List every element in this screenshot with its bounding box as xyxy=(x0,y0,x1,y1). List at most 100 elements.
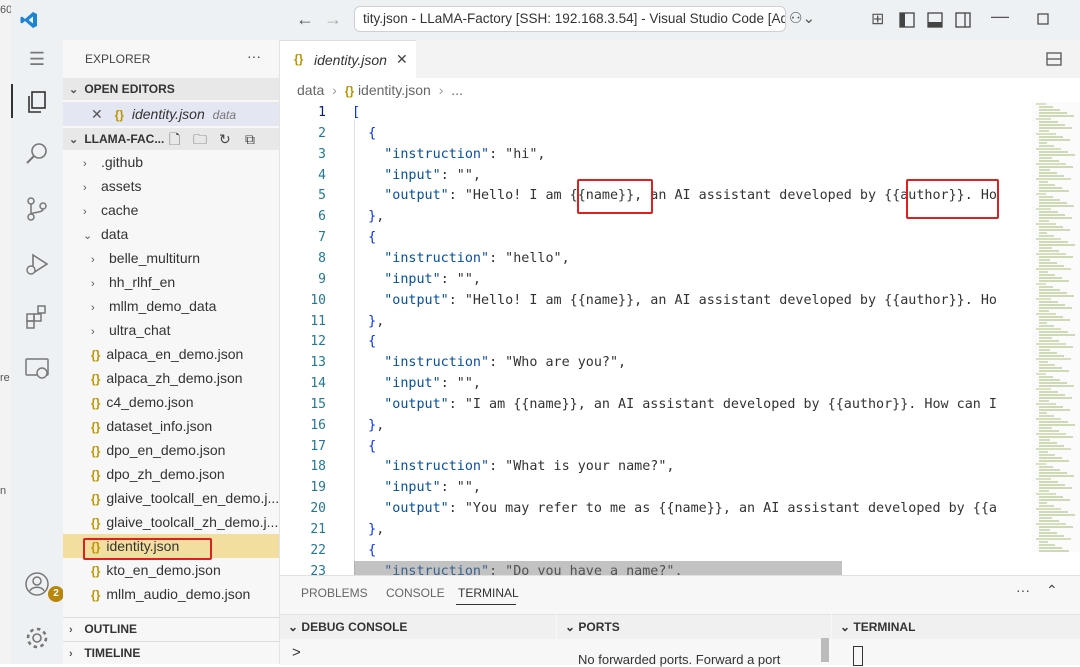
project-header[interactable]: ⌄ LLAMA-FAC... 🗋 🗀 ↻ ⧉ xyxy=(63,128,279,150)
json-file-icon: {} xyxy=(91,444,101,458)
tree-folder[interactable]: › mllm_demo_data xyxy=(63,294,279,318)
code-line: { xyxy=(368,542,377,558)
code-line: { xyxy=(368,230,377,246)
active-tab-underline xyxy=(456,604,516,605)
tree-file[interactable]: {} mllm_audio_demo.json xyxy=(63,582,279,606)
more-actions-icon[interactable]: ··· xyxy=(247,48,261,64)
toggle-primary-sidebar-icon[interactable] xyxy=(899,12,915,28)
new-file-icon[interactable]: 🗋 xyxy=(169,128,180,150)
activity-bar: ☰ 2 xyxy=(11,40,64,664)
line-number: 12 xyxy=(310,334,326,350)
tree-folder[interactable]: › .github xyxy=(63,150,279,174)
tab-label: identity.json xyxy=(314,52,387,68)
horizontal-scrollbar[interactable] xyxy=(354,561,842,575)
terminal-cursor[interactable] xyxy=(853,646,863,666)
minimize-icon[interactable]: — xyxy=(991,6,1009,27)
chevron-up-icon[interactable]: ⌃ xyxy=(1046,582,1058,599)
remote-explorer-icon[interactable] xyxy=(23,355,51,383)
back-arrow-icon[interactable]: ← xyxy=(296,9,314,30)
toggle-secondary-sidebar-icon[interactable] xyxy=(955,12,971,28)
code-line: { xyxy=(368,125,377,141)
tree-file[interactable]: {} dpo_en_demo.json xyxy=(63,438,279,462)
tab-console[interactable]: CONSOLE xyxy=(386,586,445,600)
tree-item-label: dataset_info.json xyxy=(106,418,213,434)
tree-file[interactable]: {} dataset_info.json xyxy=(63,414,279,438)
tree-item-label: glaive_toolcall_zh_demo.j... xyxy=(106,514,279,530)
customize-layout-icon[interactable]: ⊞ xyxy=(871,9,884,29)
line-number: 18 xyxy=(310,459,326,475)
split-editor-icon[interactable] xyxy=(1046,51,1062,67)
explorer-files-icon[interactable] xyxy=(23,88,51,116)
strip-text: n xyxy=(0,485,7,497)
json-file-icon: {} xyxy=(114,108,124,122)
tree-folder[interactable]: › belle_multiturn xyxy=(63,246,279,270)
tree-item-label: assets xyxy=(101,178,142,194)
tree-folder[interactable]: › assets xyxy=(63,174,279,198)
forward-arrow-icon[interactable]: → xyxy=(324,9,342,30)
copilot-icon[interactable]: ⚇⌄ xyxy=(789,9,815,27)
manage-gear-icon[interactable] xyxy=(23,624,51,652)
search-icon[interactable] xyxy=(23,140,51,168)
menu-icon[interactable]: ☰ xyxy=(23,45,51,73)
tree-file[interactable]: {} kto_en_demo.json xyxy=(63,558,279,582)
tree-item-label: .github xyxy=(101,154,144,170)
tab-terminal[interactable]: TERMINAL xyxy=(458,586,519,600)
tree-folder[interactable]: ⌄ data xyxy=(63,222,279,246)
chevron-down-icon: ⌄ xyxy=(565,620,576,634)
tree-item-label: glaive_toolcall_en_demo.j... xyxy=(106,490,279,506)
outline-header[interactable]: › OUTLINE xyxy=(63,617,279,640)
tree-file[interactable]: {} c4_demo.json xyxy=(63,390,279,414)
line-number: 17 xyxy=(310,438,326,454)
tree-file[interactable]: {} alpaca_en_demo.json xyxy=(63,342,279,366)
tree-file[interactable]: {} glaive_toolcall_zh_demo.j... xyxy=(63,510,279,534)
close-icon[interactable]: ✕ xyxy=(91,106,103,122)
command-center-title[interactable]: tity.json - LLaMA-Factory [SSH: 192.168.… xyxy=(354,6,786,32)
tree-file[interactable]: {} glaive_toolcall_en_demo.j... xyxy=(63,486,279,510)
breadcrumb-file[interactable]: identity.json xyxy=(358,82,431,98)
line-number: 1 xyxy=(318,105,326,120)
minimap[interactable] xyxy=(1032,102,1080,552)
tree-file[interactable]: {} alpaca_zh_demo.json xyxy=(63,366,279,390)
tree-item-label: kto_en_demo.json xyxy=(106,562,221,578)
maximize-icon[interactable] xyxy=(1037,13,1049,25)
explorer-title: EXPLORER xyxy=(85,52,151,66)
panel-more-icon[interactable]: ··· xyxy=(1016,582,1030,598)
refresh-icon[interactable]: ↻ xyxy=(219,128,231,150)
json-file-icon: {} xyxy=(91,492,101,506)
toggle-panel-icon[interactable] xyxy=(927,12,943,28)
close-tab-icon[interactable]: ✕ xyxy=(396,51,408,68)
chevron-down-icon: ⌄ xyxy=(69,134,79,146)
tree-folder[interactable]: › hh_rlhf_en xyxy=(63,270,279,294)
collapse-all-icon[interactable]: ⧉ xyxy=(245,128,255,150)
breadcrumb-folder[interactable]: data xyxy=(297,82,324,98)
ports-header[interactable]: ⌄ PORTS xyxy=(557,614,831,639)
open-editors-header[interactable]: ⌄ OPEN EDITORS xyxy=(63,78,279,100)
chevron-down-icon: ⌄ xyxy=(69,84,79,96)
tab-identity-json[interactable]: {} identity.json ✕ xyxy=(280,40,416,79)
code-line: "input": "", xyxy=(384,271,481,287)
debug-console-header[interactable]: ⌄ DEBUG CONSOLE xyxy=(280,614,556,639)
timeline-header[interactable]: › TIMELINE xyxy=(63,641,279,664)
code-line: "instruction": "Who are you?", xyxy=(384,355,627,371)
run-debug-icon[interactable] xyxy=(23,250,51,278)
code-line: "output": "I am {{name}}, an AI assistan… xyxy=(384,396,997,412)
code-editor[interactable]: 1 [2 {3 "instruction": "hi", 4 "input": ""… xyxy=(280,102,1080,575)
tree-folder[interactable]: › cache xyxy=(63,198,279,222)
tab-problems[interactable]: PROBLEMS xyxy=(301,586,368,600)
tree-folder[interactable]: › ultra_chat xyxy=(63,318,279,342)
line-number: 21 xyxy=(310,522,326,537)
chevron-right-icon: › xyxy=(91,326,95,338)
breadcrumb-more[interactable]: ... xyxy=(451,82,463,98)
ports-scrollbar[interactable] xyxy=(821,638,829,662)
source-control-icon[interactable] xyxy=(23,195,51,223)
accounts-icon[interactable] xyxy=(23,570,51,598)
terminal-header[interactable]: ⌄ TERMINAL xyxy=(832,614,1080,639)
tree-file[interactable]: {} dpo_zh_demo.json xyxy=(63,462,279,486)
extensions-icon[interactable] xyxy=(23,302,51,330)
open-editor-item[interactable]: ✕ {} identity.json data xyxy=(63,102,279,126)
new-folder-icon[interactable]: 🗀 xyxy=(193,128,207,150)
debug-prompt[interactable]: > xyxy=(292,644,301,661)
line-number: 4 xyxy=(318,167,326,183)
tree-item-label: hh_rlhf_en xyxy=(109,274,176,290)
code-line: }, xyxy=(368,313,385,329)
